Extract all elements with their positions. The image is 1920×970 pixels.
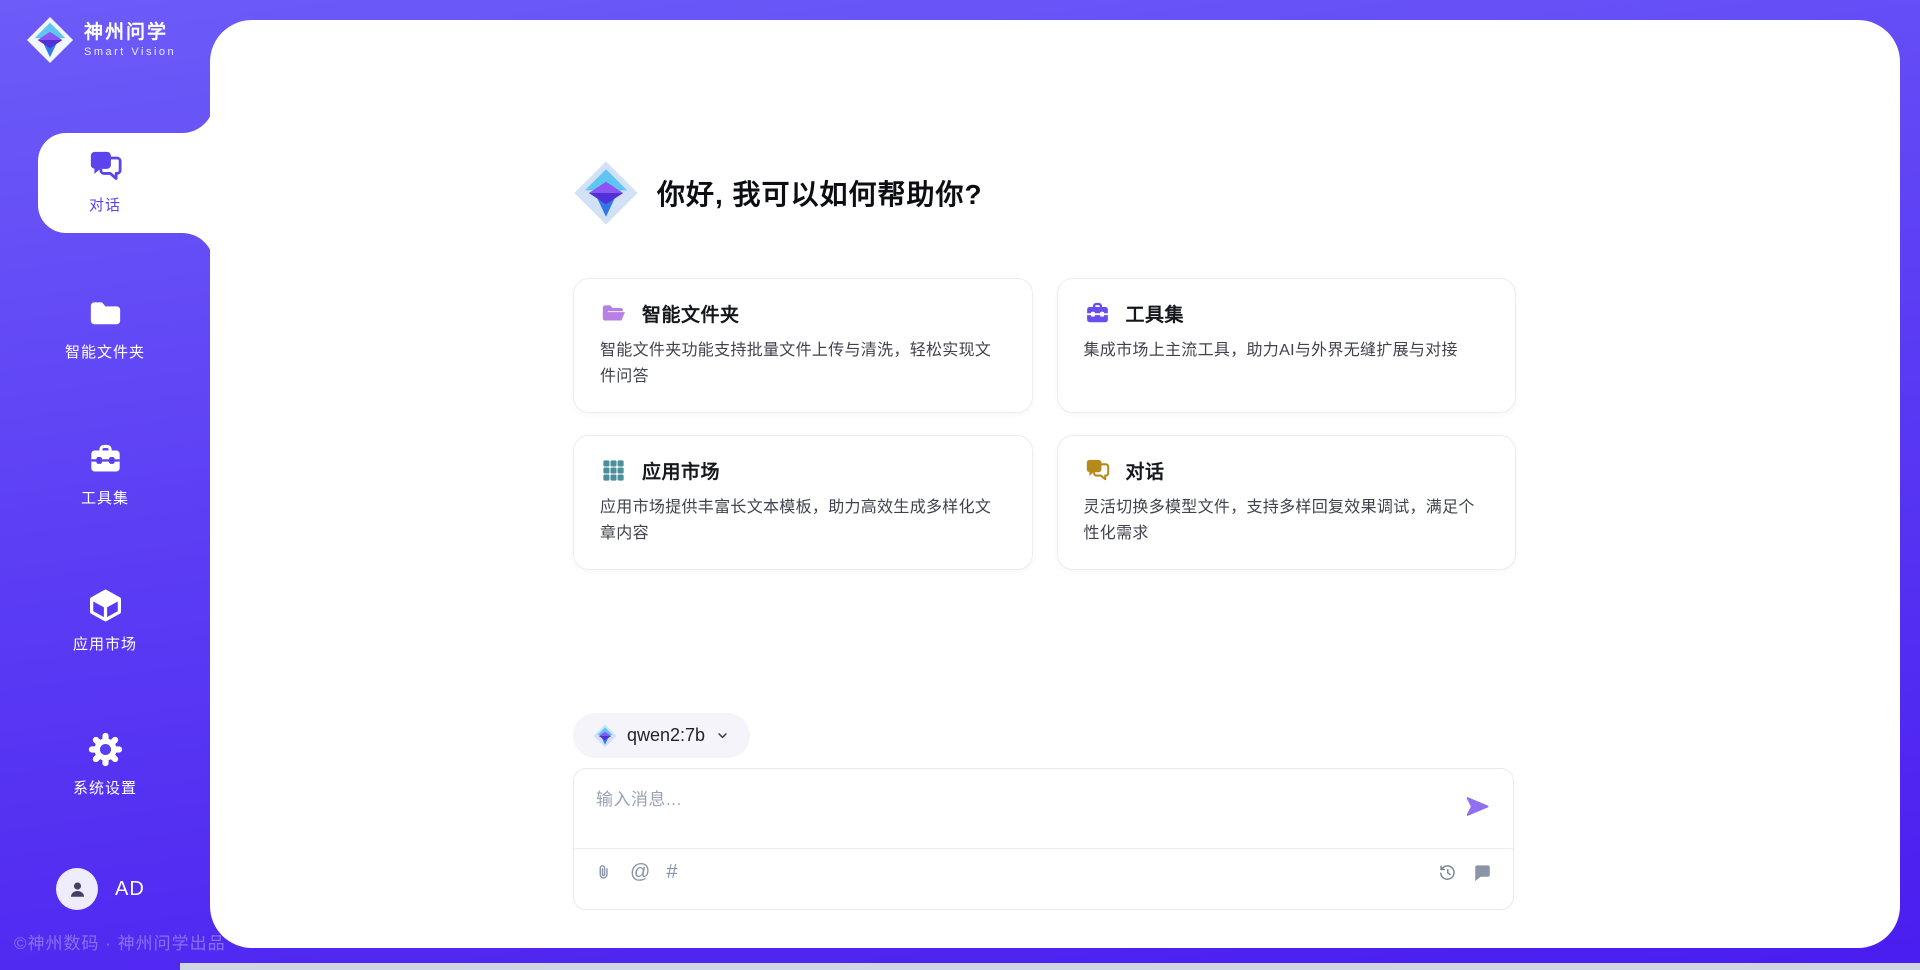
- chat-icon: [1084, 457, 1111, 484]
- composer-divider: [574, 848, 1513, 849]
- model-selector[interactable]: qwen2:7b: [573, 713, 750, 758]
- sidebar-item-app-market-label: 应用市场: [0, 633, 210, 654]
- feature-cards: 智能文件夹 智能文件夹功能支持批量文件上传与清洗，轻松实现文件问答 工具集 集成…: [573, 278, 1516, 570]
- card-app-market[interactable]: 应用市场 应用市场提供丰富长文本模板，助力高效生成多样化文章内容: [573, 435, 1033, 570]
- toolbox-icon: [1084, 300, 1111, 327]
- history-icon: [1437, 862, 1458, 883]
- user-initials: AD: [115, 878, 145, 901]
- gear-icon: [87, 731, 124, 768]
- comment-button[interactable]: [1472, 862, 1493, 883]
- greeting: 你好, 我可以如何帮助你?: [573, 160, 983, 226]
- card-description: 灵活切换多模型文件，支持多样回复效果调试，满足个性化需求: [1084, 495, 1490, 547]
- sidebar-item-smart-folder-label: 智能文件夹: [0, 341, 210, 362]
- history-button[interactable]: [1437, 862, 1458, 883]
- card-toolset[interactable]: 工具集 集成市场上主流工具，助力AI与外界无缝扩展与对接: [1057, 278, 1517, 413]
- brand-name: 神州问学: [84, 22, 176, 44]
- brand-logo: 神州问学 Smart Vision: [26, 16, 176, 64]
- send-button[interactable]: [1464, 793, 1491, 820]
- message-input[interactable]: [596, 785, 1426, 841]
- copyright-footer: ©神州数码 · 神州问学出品: [14, 929, 226, 954]
- chevron-down-icon: [715, 728, 730, 743]
- send-icon: [1464, 793, 1491, 820]
- card-description: 集成市场上主流工具，助力AI与外界无缝扩展与对接: [1084, 338, 1490, 364]
- chat-icon: [87, 148, 124, 185]
- assistant-diamond-icon: [573, 160, 639, 226]
- attach-file-button[interactable]: [594, 862, 614, 882]
- toolbox-icon: [87, 441, 124, 478]
- sidebar-item-app-market[interactable]: 应用市场: [0, 587, 210, 654]
- avatar: [56, 868, 98, 910]
- greeting-title: 你好, 我可以如何帮助你?: [657, 173, 983, 213]
- sidebar-item-toolset[interactable]: 工具集: [0, 441, 210, 508]
- person-icon: [66, 878, 89, 901]
- message-composer: @ #: [573, 768, 1514, 910]
- card-description: 应用市场提供丰富长文本模板，助力高效生成多样化文章内容: [600, 495, 1006, 547]
- hashtag-button[interactable]: #: [666, 862, 677, 882]
- sidebar-item-chat[interactable]: 对话: [0, 148, 210, 215]
- paperclip-icon: [594, 862, 614, 882]
- card-title: 对话: [1126, 457, 1165, 484]
- main-panel: 你好, 我可以如何帮助你? 智能文件夹 智能文件夹功能支持批量文件上传与清洗，轻…: [210, 20, 1900, 948]
- card-title: 智能文件夹: [642, 300, 740, 327]
- card-title: 应用市场: [642, 457, 720, 484]
- mention-button[interactable]: @: [630, 862, 650, 882]
- brand-diamond-icon: [26, 16, 74, 64]
- model-name: qwen2:7b: [627, 725, 705, 746]
- card-chat[interactable]: 对话 灵活切换多模型文件，支持多样回复效果调试，满足个性化需求: [1057, 435, 1517, 570]
- sidebar-item-settings[interactable]: 系统设置: [0, 731, 210, 798]
- model-diamond-icon: [593, 724, 617, 748]
- sidebar-item-chat-label: 对话: [0, 194, 210, 215]
- card-smart-folder[interactable]: 智能文件夹 智能文件夹功能支持批量文件上传与清洗，轻松实现文件问答: [573, 278, 1033, 413]
- bottom-edge-strip: [180, 963, 1920, 970]
- sidebar-item-toolset-label: 工具集: [0, 487, 210, 508]
- grid-icon: [600, 457, 627, 484]
- comment-icon: [1472, 862, 1493, 883]
- folder-open-icon: [600, 300, 627, 327]
- card-title: 工具集: [1126, 300, 1185, 327]
- sidebar-item-smart-folder[interactable]: 智能文件夹: [0, 295, 210, 362]
- card-description: 智能文件夹功能支持批量文件上传与清洗，轻松实现文件问答: [600, 338, 1006, 390]
- cube-icon: [87, 587, 124, 624]
- brand-tagline: Smart Vision: [84, 46, 176, 58]
- sidebar-item-settings-label: 系统设置: [0, 777, 210, 798]
- user-account[interactable]: AD: [56, 868, 145, 910]
- folder-icon: [87, 295, 124, 332]
